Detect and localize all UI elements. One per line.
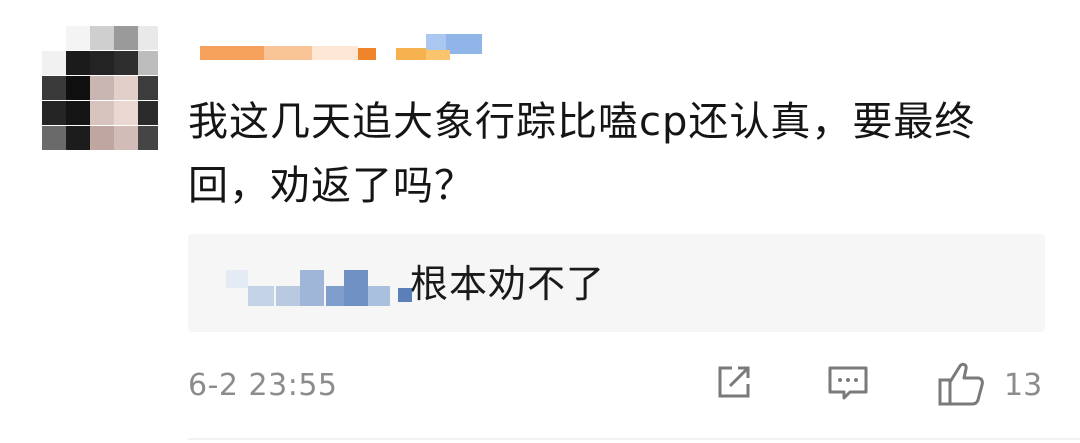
avatar-pixel <box>90 76 114 100</box>
reply-text: 根本劝不了 <box>410 262 606 306</box>
comment-text: 我这几天追大象行踪比嗑cp还认真，要最终回，劝返了吗？ <box>188 99 976 209</box>
avatar-pixel <box>66 26 90 50</box>
avatar-pixel <box>138 101 158 125</box>
avatar-pixel <box>90 26 114 50</box>
avatar-pixel <box>42 126 66 150</box>
avatar-pixel <box>138 76 158 100</box>
avatar-pixel <box>66 126 90 150</box>
avatar-pixel <box>66 76 90 100</box>
avatar-pixel <box>114 51 138 75</box>
username-censored[interactable] <box>196 32 496 72</box>
avatar-pixel <box>114 101 138 125</box>
avatar-pixel <box>114 26 138 50</box>
avatar-pixel <box>90 101 114 125</box>
avatar-pixel <box>138 26 158 50</box>
avatar-pixel <box>90 51 114 75</box>
avatar-pixel <box>138 51 158 75</box>
share-icon <box>718 366 750 398</box>
divider <box>188 438 1080 440</box>
avatar-pixel <box>66 51 90 75</box>
avatar[interactable] <box>42 26 158 152</box>
reply-box[interactable]: 根本劝不了 <box>188 234 1045 332</box>
avatar-pixel <box>42 76 66 100</box>
share-button[interactable] <box>712 360 756 410</box>
comment-button[interactable] <box>826 360 870 410</box>
like-count: 13 <box>1004 368 1043 403</box>
avatar-pixel <box>42 26 66 50</box>
avatar-pixel <box>66 101 90 125</box>
like-button[interactable] <box>936 360 986 410</box>
avatar-pixel <box>114 126 138 150</box>
thumbs-up-icon <box>938 362 984 406</box>
avatar-pixel <box>42 51 66 75</box>
avatar-pixel <box>138 126 158 150</box>
avatar-pixel <box>90 126 114 150</box>
comment-timestamp: 6-2 23:55 <box>188 368 338 403</box>
reply-username-censored[interactable] <box>216 264 416 306</box>
comment-icon <box>828 366 868 400</box>
avatar-pixel <box>42 101 66 125</box>
avatar-pixel <box>114 76 138 100</box>
